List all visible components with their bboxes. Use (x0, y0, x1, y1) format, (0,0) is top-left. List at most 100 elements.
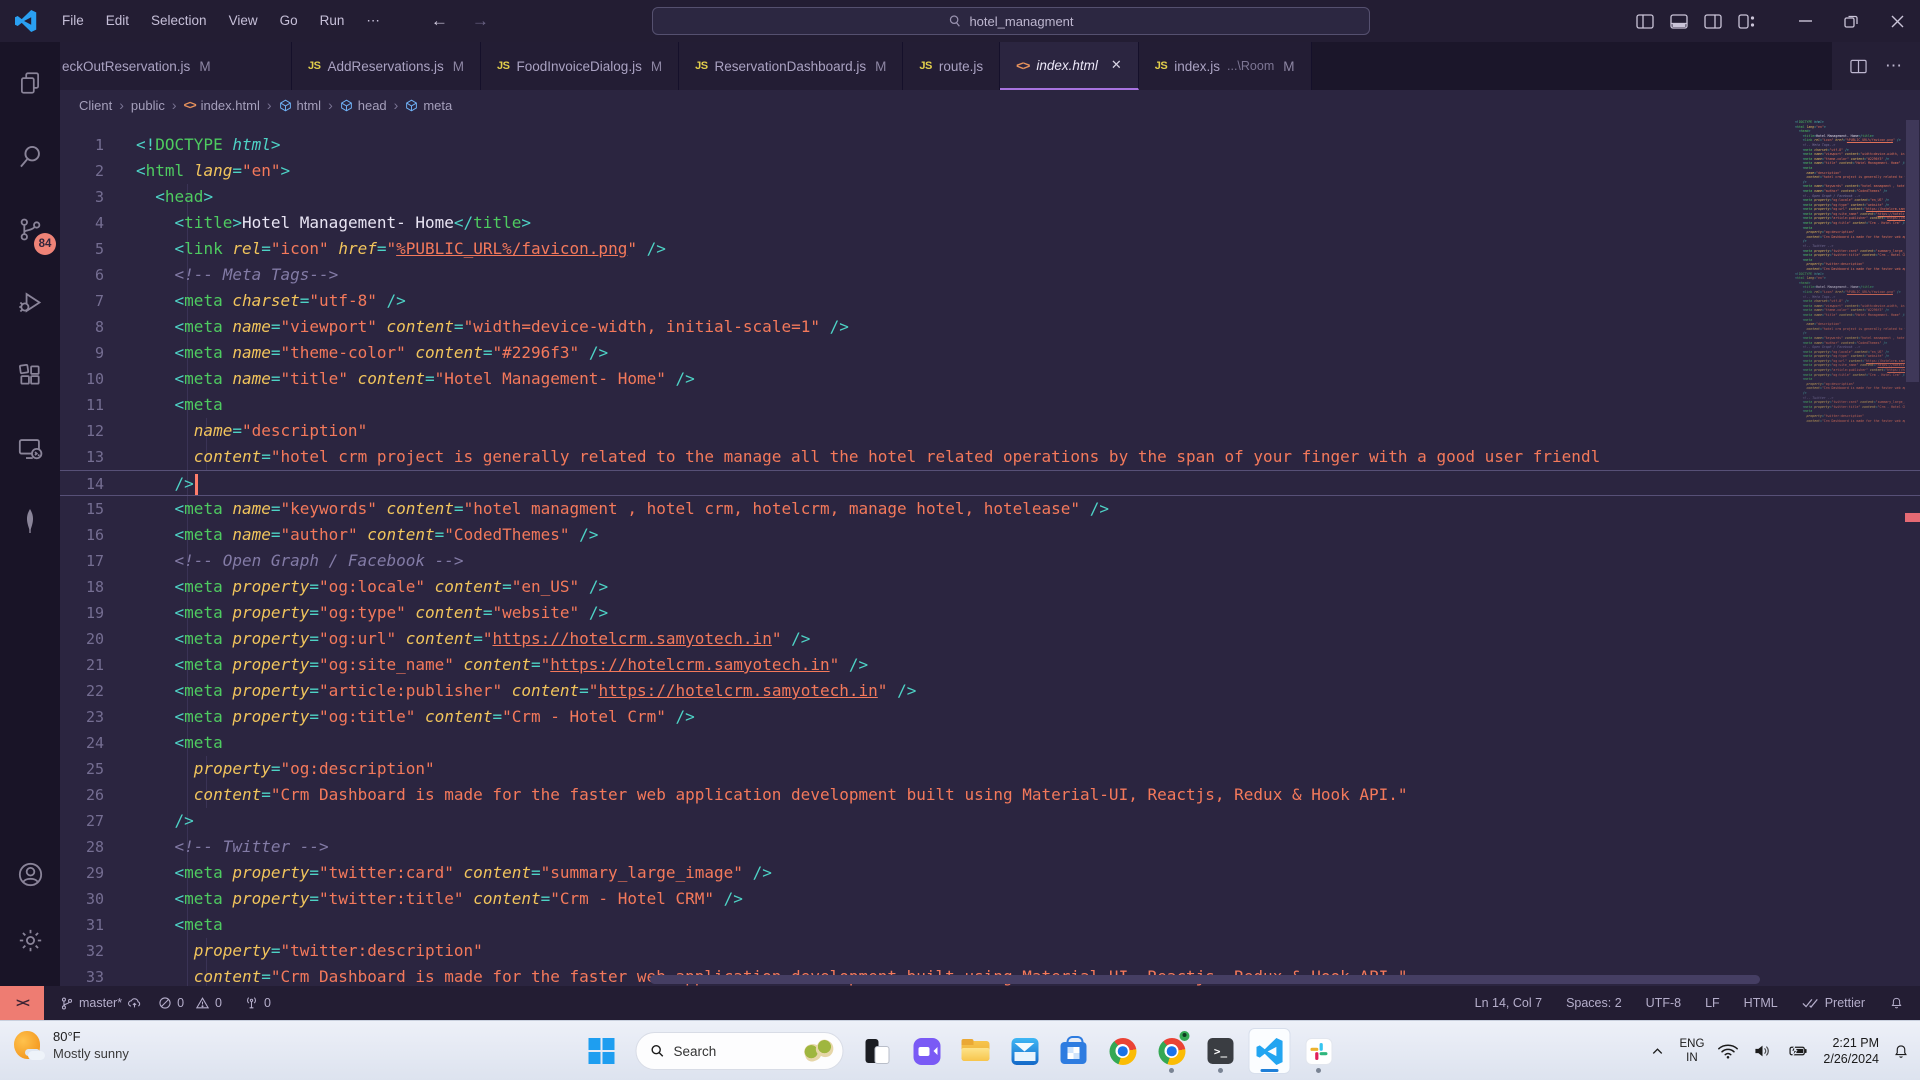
back-arrow-icon[interactable]: ← (431, 11, 448, 31)
breadcrumb-head[interactable]: head (340, 98, 387, 113)
extensions-icon[interactable] (6, 351, 54, 399)
code-line-10[interactable]: 10 <meta name="title" content="Hotel Man… (60, 366, 1920, 392)
minimize-button[interactable] (1782, 0, 1828, 42)
taskbar-search[interactable]: Search (636, 1032, 844, 1070)
menu-view[interactable]: View (218, 0, 269, 42)
code-line-11[interactable]: 11 <meta (60, 392, 1920, 418)
menu-edit[interactable]: Edit (95, 0, 140, 42)
mongodb-icon[interactable] (6, 497, 54, 545)
close-tab-icon[interactable]: ✕ (1111, 57, 1122, 73)
code-line-14[interactable]: 14 /> (60, 470, 1920, 496)
code-line-25[interactable]: 25 property="og:description" (60, 756, 1920, 782)
indentation[interactable]: Spaces: 2 (1566, 996, 1622, 1010)
customize-layout-icon[interactable] (1738, 14, 1756, 29)
video-meeting-app-icon[interactable] (906, 1028, 948, 1074)
code-line-32[interactable]: 32 property="twitter:description" (60, 938, 1920, 964)
wifi-icon[interactable] (1717, 1041, 1739, 1061)
code-line-9[interactable]: 9 <meta name="theme-color" content="#229… (60, 340, 1920, 366)
language-mode[interactable]: HTML (1744, 996, 1778, 1010)
volume-icon[interactable] (1752, 1041, 1773, 1061)
phone-link-icon[interactable] (857, 1028, 899, 1074)
problems-item[interactable]: 0 0 (158, 996, 222, 1010)
ports-item[interactable]: 0 (244, 996, 271, 1010)
split-editor-icon[interactable] (1850, 59, 1867, 74)
vscode-taskbar-icon[interactable] (1249, 1028, 1291, 1074)
code-line-20[interactable]: 20 <meta property="og:url" content="http… (60, 626, 1920, 652)
code-line-1[interactable]: 1<!DOCTYPE html> (60, 132, 1920, 158)
tab-eckoutreservation.js[interactable]: eckOutReservation.jsM (60, 42, 292, 90)
file-explorer-icon[interactable] (955, 1028, 997, 1074)
cursor-position[interactable]: Ln 14, Col 7 (1475, 996, 1542, 1010)
vertical-scrollbar[interactable] (1905, 120, 1920, 986)
code-line-18[interactable]: 18 <meta property="og:locale" content="e… (60, 574, 1920, 600)
code-line-27[interactable]: 27 /> (60, 808, 1920, 834)
menu-run[interactable]: Run (309, 0, 356, 42)
chrome-icon[interactable] (1102, 1028, 1144, 1074)
encoding[interactable]: UTF-8 (1646, 996, 1681, 1010)
weather-widget[interactable]: 80°F Mostly sunny (12, 1029, 129, 1063)
code-line-26[interactable]: 26 content="Crm Dashboard is made for th… (60, 782, 1920, 808)
code-line-17[interactable]: 17 <!-- Open Graph / Facebook --> (60, 548, 1920, 574)
remote-explorer-icon[interactable] (6, 424, 54, 472)
start-button[interactable] (581, 1028, 623, 1074)
terminal-icon[interactable]: >_ (1200, 1028, 1242, 1074)
forward-arrow-icon[interactable]: → (472, 11, 489, 31)
tab-route.js[interactable]: JSroute.js (903, 42, 1000, 90)
code-editor[interactable]: 1<!DOCTYPE html>2<html lang="en">3 <head… (60, 120, 1920, 986)
microsoft-store-icon[interactable] (1053, 1028, 1095, 1074)
tab-index.html[interactable]: <>index.html✕ (1000, 42, 1139, 90)
menu-selection[interactable]: Selection (140, 0, 218, 42)
code-line-22[interactable]: 22 <meta property="article:publisher" co… (60, 678, 1920, 704)
minimap[interactable]: <!DOCTYPE html><html lang="en"> <head> <… (1795, 120, 1905, 660)
slack-icon[interactable] (1298, 1028, 1340, 1074)
menu-file[interactable]: File (51, 0, 95, 42)
code-line-3[interactable]: 3 <head> (60, 184, 1920, 210)
restore-button[interactable] (1828, 0, 1874, 42)
remote-indicator[interactable]: >< (0, 986, 44, 1020)
close-button[interactable] (1874, 0, 1920, 42)
battery-charging-icon[interactable] (1786, 1041, 1810, 1061)
eol-sequence[interactable]: LF (1705, 996, 1720, 1010)
clock-widget[interactable]: 2:21 PM 2/26/2024 (1823, 1035, 1879, 1068)
breadcrumb-meta[interactable]: meta (405, 98, 452, 113)
code-line-6[interactable]: 6 <!-- Meta Tags--> (60, 262, 1920, 288)
breadcrumb-html[interactable]: html (279, 98, 322, 113)
tray-bell-icon[interactable] (1892, 1042, 1910, 1061)
code-line-23[interactable]: 23 <meta property="og:title" content="Cr… (60, 704, 1920, 730)
code-line-15[interactable]: 15 <meta name="keywords" content="hotel … (60, 496, 1920, 522)
breadcrumb-client[interactable]: Client (79, 98, 112, 113)
code-line-5[interactable]: 5 <link rel="icon" href="%PUBLIC_URL%/fa… (60, 236, 1920, 262)
tab-addreservations.js[interactable]: JSAddReservations.jsM (292, 42, 481, 90)
breadcrumb-public[interactable]: public (131, 98, 165, 113)
code-line-30[interactable]: 30 <meta property="twitter:title" conten… (60, 886, 1920, 912)
code-line-28[interactable]: 28 <!-- Twitter --> (60, 834, 1920, 860)
notifications-bell-icon[interactable] (1889, 995, 1904, 1011)
code-line-16[interactable]: 16 <meta name="author" content="CodedThe… (60, 522, 1920, 548)
horizontal-scrollbar[interactable] (650, 975, 1760, 984)
code-line-29[interactable]: 29 <meta property="twitter:card" content… (60, 860, 1920, 886)
git-branch-item[interactable]: master* (60, 996, 142, 1011)
code-line-13[interactable]: 13 content="hotel crm project is general… (60, 444, 1920, 470)
tray-chevron-up-icon[interactable] (1649, 1043, 1666, 1060)
code-line-12[interactable]: 12 name="description" (60, 418, 1920, 444)
run-debug-icon[interactable] (6, 278, 54, 326)
breadcrumb-index.html[interactable]: <>index.html (184, 98, 260, 113)
tab-reservationdashboard.js[interactable]: JSReservationDashboard.jsM (679, 42, 903, 90)
accounts-icon[interactable] (6, 850, 54, 898)
code-line-7[interactable]: 7 <meta charset="utf-8" /> (60, 288, 1920, 314)
chrome-profile-icon[interactable] (1151, 1028, 1193, 1074)
language-indicator[interactable]: ENG IN (1679, 1037, 1704, 1066)
command-center-search[interactable]: hotel_managment (652, 7, 1370, 35)
toggle-sidebar-icon[interactable] (1636, 14, 1654, 29)
more-actions-icon[interactable]: ⋯ (1885, 56, 1902, 76)
menu-go[interactable]: Go (269, 0, 309, 42)
code-line-8[interactable]: 8 <meta name="viewport" content="width=d… (60, 314, 1920, 340)
source-control-icon[interactable]: 84 (6, 205, 54, 253)
formatter-item[interactable]: Prettier (1802, 996, 1865, 1010)
toggle-panel-icon[interactable] (1670, 14, 1688, 29)
settings-gear-icon[interactable] (6, 916, 54, 964)
toggle-secondary-sidebar-icon[interactable] (1704, 14, 1722, 29)
mail-app-icon[interactable] (1004, 1028, 1046, 1074)
tab-foodinvoicedialog.js[interactable]: JSFoodInvoiceDialog.jsM (481, 42, 679, 90)
code-line-2[interactable]: 2<html lang="en"> (60, 158, 1920, 184)
